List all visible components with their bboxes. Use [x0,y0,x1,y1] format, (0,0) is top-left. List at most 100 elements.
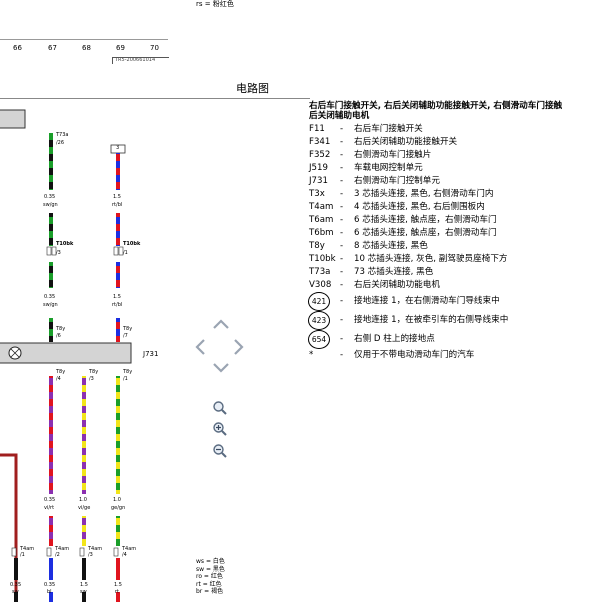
legend-ground-row: 654- 右侧 D 柱上的接地点 [308,330,508,349]
chevron-down-icon[interactable] [212,362,230,374]
wire-vi-rt [49,376,53,494]
wire-sw-gn-middle [49,213,53,246]
t8y-b2-pin: /3 [89,376,94,382]
t8y-b3-pin: /1 [123,376,128,382]
t8y-top2-pin: /7 [123,333,128,339]
t73a-pin: /26 [56,140,65,146]
j731-label: J731 [143,350,159,358]
legend-row: V308- 右后关闭辅助功能电机 [309,280,440,290]
color-key: ws = 白色 sw = 黑色 ro = 红色 rt = 红色 br = 褐色 [196,558,225,596]
t8y-b1-pin: /4 [56,376,61,382]
t8y-b3-label: T8y [123,369,133,375]
connector-t10bk-b [113,246,124,256]
wire10-color: sw [80,589,87,595]
legend-row: F341- 右后关闭辅助功能接触开关 [309,137,458,147]
color-key-item: br = 褐色 [196,588,224,596]
legend-title-line2: 后关闭辅助电机 [309,111,370,121]
wire8-color: sw [12,589,19,595]
wire-dark-red [0,453,18,602]
wire-sw-gn-lower [49,262,53,288]
t10bk-a-pin: /3 [56,250,61,256]
connector-t4am-3 [79,547,85,557]
wire-vi-ge [82,376,86,494]
legend-row: F352- 右侧滑动车门接触片 [309,150,432,160]
wire-vi-ge-2 [82,516,86,546]
legend-table: F11- 右后车门接触开关 F341- 右后关闭辅助功能接触开关 F352- 右侧滑动… [308,123,508,362]
connector-t4am-4 [113,547,119,557]
color-key-item: ro = 红色 [196,573,223,581]
legend-row: F11- 右后车门接触开关 [309,124,423,134]
wire7-size: 1.0 [113,497,121,503]
zoom-reset-icon[interactable] [212,400,228,416]
t8y-top1-pin: /6 [56,333,61,339]
component-legend: 右后车门接触开关, 右后关闭辅助功能接触开关, 右侧滑动车门接触 后关闭辅助电机… [308,101,603,362]
circuit-diagram [0,109,132,602]
ground-circle-icon: 654 [308,330,330,349]
legend-row: T6bm -6 芯插头连接, 触点座，右侧滑动车门 [309,228,497,238]
connector-t10bk-a [46,246,57,256]
chevron-up-icon[interactable] [212,318,230,330]
wire11-size: 1.5 [114,582,122,588]
zoom-in-icon[interactable] [212,421,228,437]
t10bk-b-pin: /1 [123,250,128,256]
wire1-size: 0.35 [44,194,56,200]
wire-rt-bl-middle [116,213,120,246]
ground-circle-icon: 421 [308,292,330,311]
wire6-color: vi/ge [78,505,91,511]
wire5-color: vi/rt [44,505,55,511]
wire10-size: 1.5 [80,582,88,588]
legend-row: T10bk -10 芯插头连接, 灰色, 副驾驶员座椅下方 [309,254,508,264]
wire9-size: 0.35 [44,582,56,588]
wire-sw-bottom-1 [14,558,18,580]
legend-row: J519- 车载电网控制单元 [309,163,423,173]
t8y-top2-label: T8y [123,326,133,332]
t10bk-b-label: T10bk [123,241,141,247]
wire2-color: rt/bl [112,202,123,208]
t4am-2-pin: /2 [55,552,60,558]
legend-footnote-row: * - 仅用于不带电动滑动车门的汽车 [309,350,475,360]
wire4-color: rt/bl [112,302,123,308]
legend-row: T4am -4 芯插头连接, 黑色, 右后侧围板内 [309,202,485,212]
wire2-size: 1.5 [113,194,121,200]
legend-row: T8y -8 芯插头连接, 黑色 [309,241,428,251]
legend-ground-row: 421- 接地连接 1，在右侧滑动车门导线束中 [308,292,508,311]
wire11-color: rt [115,589,120,595]
t8y-b2-label: T8y [89,369,99,375]
chevron-left-icon[interactable] [194,338,206,356]
legend-row: T73a -73 芯插头连接, 黑色 [309,267,434,277]
wire1-color: sw/gn [43,202,58,208]
wire-ge-gn-2 [116,516,120,546]
legend-row: J731- 右侧滑动车门控制单元 [309,176,440,186]
legend-row: T3x -3 芯插头连接, 黑色, 右侧滑动车门内 [309,189,494,199]
legend-title-line1: 右后车门接触开关, 右后关闭辅助功能接触开关, 右侧滑动车门接触 [309,101,563,111]
t8y-top1-label: T8y [56,326,66,332]
chevron-right-icon[interactable] [233,338,245,356]
color-key-item: ws = 白色 [196,558,225,565]
wire-vi-rt-2 [49,516,53,546]
t4am-3-pin: /3 [88,552,93,558]
box-3-label: 3 [116,145,120,151]
wire-ge-gn [116,376,120,494]
wire7-color: ge/gn [111,505,126,511]
wire4-size: 1.5 [113,294,121,300]
t4am-1-pin: /1 [20,552,25,558]
wire-rt-bl-lower [116,262,120,288]
wire-rt-bl-upper [116,153,120,190]
zoom-out-icon[interactable] [212,443,228,459]
component-box-top [0,109,26,129]
legend-ground-row: 423- 接地连接 1，在被牵引车的右侧导线束中 [308,311,508,330]
t4am-4-pin: /4 [122,552,127,558]
wire-bl-bottom [49,558,53,580]
t73a-label: T73a [56,132,69,138]
wire-sw-bottom-2 [82,558,86,580]
connector-t4am-1 [11,547,17,557]
wire6-size: 1.0 [79,497,87,503]
wire-rt-bottom [116,558,120,580]
wire-sw-gn-bottom [49,318,53,342]
wire9-color: bl [47,589,52,595]
t10bk-a-label: T10bk [56,241,74,247]
wire5-size: 0.35 [44,497,56,503]
wire-sw-gn-upper [49,133,53,190]
t8y-b1-label: T8y [56,369,66,375]
wire3-size: 0.35 [44,294,56,300]
